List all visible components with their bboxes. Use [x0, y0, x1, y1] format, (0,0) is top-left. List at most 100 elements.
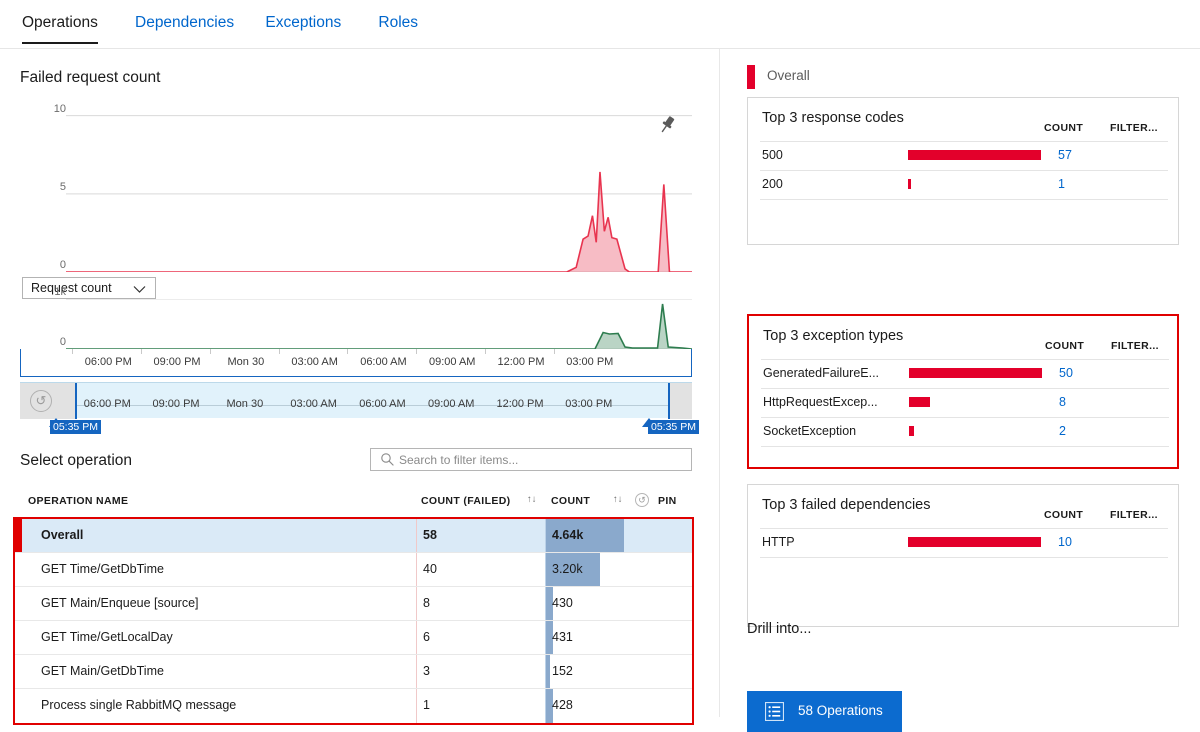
- x-axis-tick: 03:00 PM: [566, 356, 614, 368]
- card-1: Top 3 exception types COUNT FILTER... Gener…: [747, 314, 1179, 469]
- list-icon: [764, 701, 785, 726]
- card-row-bar: [909, 426, 915, 436]
- slider-handle-right[interactable]: [668, 383, 670, 419]
- x-axis-tick-mark: [553, 349, 555, 354]
- count-failed-value: 40: [423, 562, 437, 576]
- operation-name: Overall: [41, 528, 84, 542]
- x-axis-tick-mark: [347, 349, 349, 354]
- tab-operations[interactable]: Operations: [22, 14, 98, 44]
- col-pin: PIN: [658, 495, 677, 507]
- table-row[interactable]: GET Main/GetDbTime 3 152: [15, 655, 692, 689]
- slider-tick: 09:00 PM: [152, 398, 200, 410]
- card-filter-header: FILTER...: [1110, 122, 1158, 134]
- overall-label: Overall: [767, 68, 810, 83]
- card-row-count[interactable]: 2: [1059, 424, 1066, 438]
- card-row-name: HttpRequestExcep...: [763, 395, 878, 409]
- x-axis-tick: 06:00 AM: [360, 356, 407, 368]
- page-title: Failed request count: [20, 69, 161, 86]
- tab-exceptions[interactable]: Exceptions: [265, 14, 341, 42]
- card-row-name: SocketException: [763, 424, 857, 438]
- drill-operations-button[interactable]: 58 Operations: [747, 691, 902, 732]
- card-row[interactable]: SocketException 2: [749, 417, 1177, 446]
- count-cell: 430: [546, 587, 706, 620]
- pin-circle-icon[interactable]: ↺: [635, 493, 649, 507]
- card-row-name: 500: [762, 148, 783, 162]
- count-value: 428: [552, 698, 573, 712]
- fr-chart-ytick: 10: [53, 102, 66, 115]
- search-input[interactable]: Search to filter items...: [370, 448, 692, 471]
- x-axis-tick: Mon 30: [227, 356, 265, 368]
- slider-shade-right: [670, 383, 692, 419]
- x-axis-tick-mark: [485, 349, 487, 354]
- column-separator: [416, 655, 417, 688]
- count-failed-value: 8: [423, 596, 430, 610]
- card-row-bar: [908, 537, 1041, 547]
- card-row[interactable]: HttpRequestExcep... 8: [749, 388, 1177, 417]
- count-value: 152: [552, 664, 573, 678]
- slider-tick: Mon 30: [226, 398, 264, 410]
- rq-chart-ytick: 1k: [54, 286, 66, 298]
- x-axis-tick-mark: [72, 349, 74, 354]
- x-axis-tick-mark: [278, 349, 280, 354]
- count-failed-value: 1: [423, 698, 430, 712]
- card-row-count[interactable]: 57: [1058, 148, 1072, 162]
- table-row[interactable]: Process single RabbitMQ message 1 428: [15, 689, 692, 723]
- card-row-count[interactable]: 50: [1059, 366, 1073, 380]
- table-row[interactable]: GET Main/Enqueue [source] 8 430: [15, 587, 692, 621]
- card-row[interactable]: 500 57: [748, 141, 1178, 170]
- card-row-bar: [908, 150, 1041, 160]
- table-row[interactable]: GET Time/GetLocalDay 6 431: [15, 621, 692, 655]
- card-row-count[interactable]: 8: [1059, 395, 1066, 409]
- sort-icon-count[interactable]: ↑↓: [613, 494, 623, 505]
- operation-name: Process single RabbitMQ message: [41, 698, 237, 712]
- slider-tick: 12:00 PM: [496, 398, 544, 410]
- column-separator: [416, 519, 417, 552]
- rq-chart-svg: [66, 298, 693, 350]
- count-value: 430: [552, 596, 573, 610]
- fr-chart-ytick: 0: [59, 259, 66, 271]
- card-filter-header: FILTER...: [1110, 509, 1158, 521]
- x-axis-tick: 09:00 PM: [153, 356, 201, 368]
- card-0: Top 3 response codes COUNT FILTER... 500 57 2…: [747, 97, 1179, 245]
- card-row-name: HTTP: [762, 535, 795, 549]
- col-count: COUNT: [551, 495, 591, 507]
- count-cell: 152: [546, 655, 706, 688]
- x-axis-tick: 12:00 PM: [497, 356, 545, 368]
- operations-table-header: OPERATION NAME COUNT (FAILED) ↑↓ COUNT ↑…: [20, 492, 692, 510]
- card-row[interactable]: 200 1: [748, 170, 1178, 199]
- count-failed-value: 58: [423, 528, 437, 542]
- select-operation-title: Select operation: [20, 452, 133, 469]
- card-row[interactable]: GeneratedFailureE... 50: [749, 359, 1177, 388]
- col-operation-name: OPERATION NAME: [28, 495, 129, 507]
- count-failed-value: 6: [423, 630, 430, 644]
- undo-icon[interactable]: ↺: [30, 390, 52, 412]
- card-row-count[interactable]: 10: [1058, 535, 1072, 549]
- fr-chart-svg: [66, 115, 692, 273]
- divider: [760, 557, 1168, 558]
- card-row-count[interactable]: 1: [1058, 177, 1065, 191]
- x-axis-tick-mark: [209, 349, 211, 354]
- tab-dependencies[interactable]: Dependencies: [135, 14, 234, 42]
- time-range-slider[interactable]: ↺ 06:00 PM 09:00 PM Mon 30 03:00 AM 06:00 AM…: [20, 382, 692, 419]
- slider-handle-left[interactable]: [75, 383, 77, 419]
- slider-tick: 03:00 AM: [290, 398, 337, 410]
- card-row-bar: [909, 397, 931, 407]
- count-failed-value: 3: [423, 664, 430, 678]
- divider: [761, 446, 1169, 447]
- chevron-down-icon: [133, 283, 146, 297]
- column-separator: [416, 621, 417, 654]
- x-axis-tick: 06:00 PM: [84, 356, 132, 368]
- card-row[interactable]: HTTP 10: [748, 528, 1178, 557]
- sort-icon-count-failed[interactable]: ↑↓: [527, 494, 537, 505]
- overall-color-swatch: [747, 65, 755, 89]
- table-row[interactable]: GET Time/GetDbTime 40 3.20k: [15, 553, 692, 587]
- table-row[interactable]: Overall 58 4.64k: [15, 519, 692, 553]
- card-count-header: COUNT: [1044, 509, 1084, 521]
- search-placeholder: Search to filter items...: [399, 453, 519, 467]
- tab-roles[interactable]: Roles: [378, 14, 418, 42]
- drill-button-label: 58 Operations: [798, 703, 883, 718]
- fr-chart-ytick: 5: [59, 180, 66, 193]
- slider-tick: 06:00 PM: [83, 398, 131, 410]
- card-count-header: COUNT: [1044, 122, 1084, 134]
- search-icon: [380, 452, 395, 472]
